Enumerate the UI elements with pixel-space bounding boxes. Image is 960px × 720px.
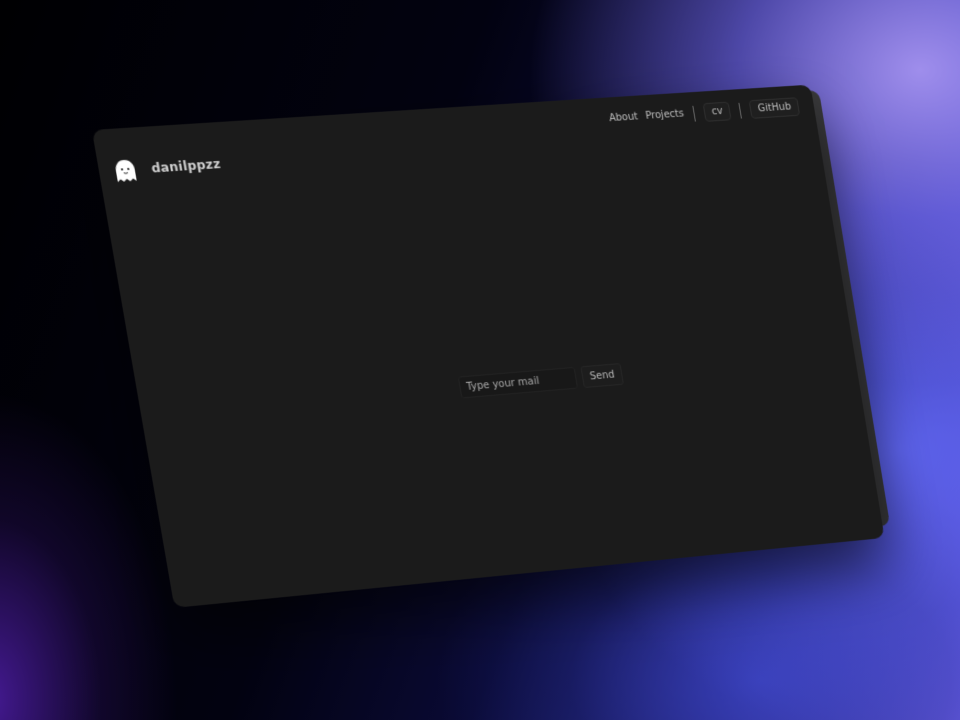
nav-about-link[interactable]: About <box>608 111 639 124</box>
send-button[interactable]: Send <box>580 363 624 388</box>
site-header: danilppzz About Projects cv GitHub <box>92 85 821 196</box>
nav-projects-link[interactable]: Projects <box>645 109 685 122</box>
browser-window: danilppzz About Projects cv GitHub Send <box>92 85 885 608</box>
subscribe-form: Send <box>458 363 624 398</box>
ghost-icon[interactable] <box>112 158 139 184</box>
nav-cv-button[interactable]: cv <box>703 102 732 122</box>
brand-name[interactable]: danilppzz <box>150 157 221 176</box>
main-nav: About Projects cv GitHub <box>608 97 801 128</box>
page-body: danilppzz About Projects cv GitHub Send <box>92 85 885 608</box>
nav-github-button[interactable]: GitHub <box>749 97 800 119</box>
nav-divider <box>692 105 696 121</box>
nav-divider <box>739 102 743 118</box>
mail-input[interactable] <box>458 367 578 399</box>
